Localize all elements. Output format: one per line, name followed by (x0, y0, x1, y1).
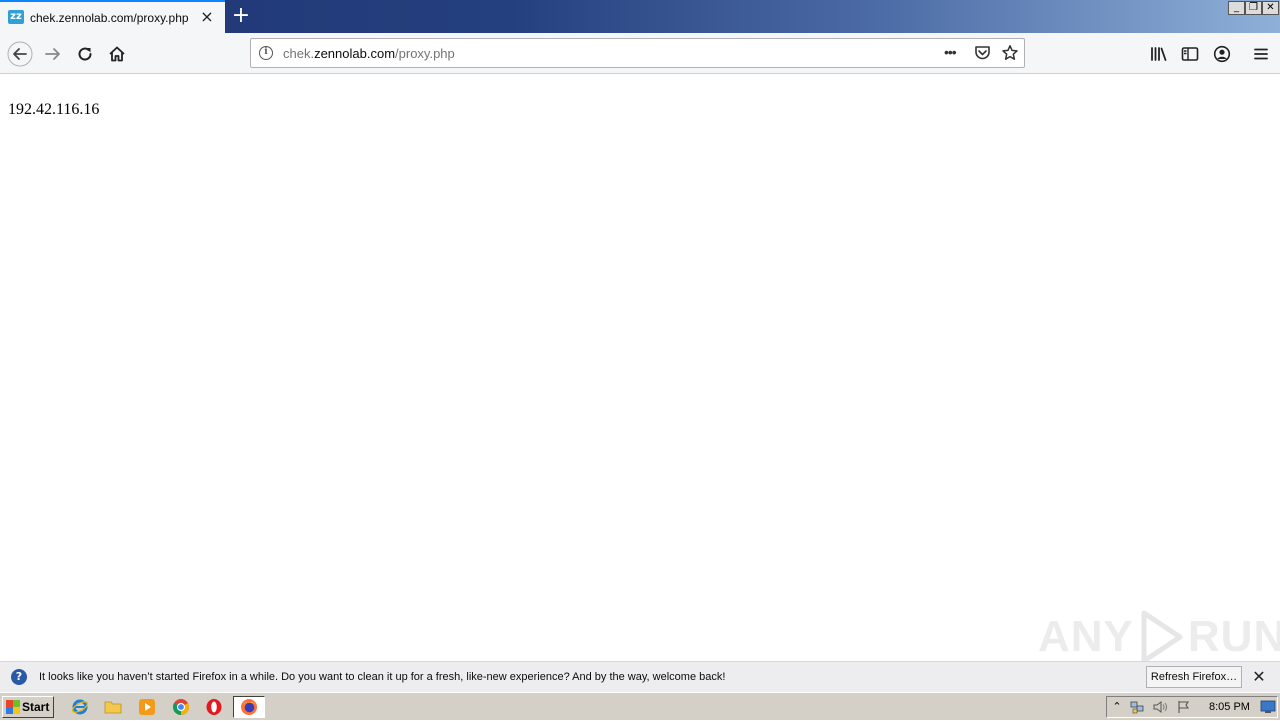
anyrun-watermark: ANY RUN (1038, 609, 1280, 665)
sidebar-icon (1181, 47, 1199, 61)
url-text[interactable]: chek.zennolab.com/proxy.php (283, 46, 455, 61)
back-button[interactable] (7, 41, 33, 67)
watermark-right: RUN (1187, 612, 1280, 661)
chrome-icon[interactable] (172, 698, 190, 716)
flag-icon (1178, 701, 1190, 713)
play-button-icon (139, 699, 155, 715)
bookmark-star-button[interactable] (1001, 44, 1019, 67)
folder-icon (104, 701, 122, 714)
new-tab-button[interactable]: + (230, 5, 252, 27)
minimize-button[interactable]: _ (1228, 1, 1245, 15)
taskbar: Start ⌃ 8:05 PM (0, 692, 1280, 720)
start-label: Start (22, 700, 50, 714)
file-explorer-icon[interactable] (104, 698, 122, 716)
account-icon (1213, 45, 1231, 63)
home-button[interactable] (104, 41, 130, 67)
notification-message: It looks like you haven’t started Firefo… (39, 671, 726, 683)
hamburger-menu-icon (1254, 48, 1268, 60)
firefox-logo-icon (241, 699, 257, 715)
library-icon (1151, 47, 1167, 61)
url-host: zennolab.com (314, 46, 396, 61)
volume-icon[interactable] (1153, 700, 1167, 714)
action-center-flag-icon[interactable] (1177, 700, 1191, 714)
window-close-button[interactable]: ✕ (1262, 1, 1279, 15)
system-tray: ⌃ 8:05 PM (1106, 696, 1278, 718)
info-icon[interactable]: i (259, 46, 273, 60)
library-button[interactable] (1146, 41, 1172, 67)
speaker-icon (1153, 701, 1167, 713)
notification-close-icon[interactable]: ✕ (1250, 668, 1268, 686)
back-arrow-icon (7, 41, 33, 67)
notification-bar: ? It looks like you haven’t started Fire… (0, 661, 1280, 692)
opera-icon[interactable] (205, 698, 223, 716)
tab-title: chek.zennolab.com/proxy.php (30, 11, 189, 25)
play-logo-icon (1141, 610, 1183, 664)
restore-button[interactable]: ❐ (1245, 1, 1262, 15)
firefox-taskbar-button[interactable] (233, 696, 265, 718)
windows-logo-icon (6, 700, 20, 714)
network-glyph-icon (1130, 701, 1144, 714)
ie-glyph-icon (71, 699, 89, 715)
network-icon[interactable] (1130, 700, 1144, 714)
star-icon (1002, 45, 1018, 60)
tab-strip: zz chek.zennolab.com/proxy.php × + _ ❐ ✕ (0, 0, 1280, 33)
page-content: 192.42.116.16 ANY RUN (0, 75, 1280, 664)
tab-close-icon[interactable]: × (199, 9, 215, 25)
media-player-icon[interactable] (138, 698, 156, 716)
pocket-icon (975, 46, 990, 60)
zennolab-favicon-icon: zz (8, 10, 24, 24)
start-button[interactable]: Start (2, 696, 54, 718)
show-hidden-icons-chevron-up-icon[interactable]: ⌃ (1110, 700, 1124, 714)
refresh-firefox-button[interactable]: Refresh Firefox… (1146, 666, 1242, 688)
home-icon (109, 46, 125, 62)
menu-button[interactable] (1248, 41, 1274, 67)
question-icon: ? (11, 669, 27, 685)
url-path: /proxy.php (395, 46, 455, 61)
account-button[interactable] (1209, 41, 1235, 67)
clock[interactable]: 8:05 PM (1209, 701, 1250, 713)
watermark-left: ANY (1038, 612, 1134, 661)
forward-arrow-icon (45, 48, 60, 60)
tab-active[interactable]: zz chek.zennolab.com/proxy.php × (0, 0, 225, 33)
sidebar-button[interactable] (1177, 41, 1203, 67)
reload-icon (78, 47, 92, 61)
chrome-logo-icon (173, 699, 189, 715)
pocket-button[interactable] (974, 45, 991, 66)
opera-logo-icon (206, 699, 222, 715)
forward-button[interactable] (40, 41, 66, 67)
internet-explorer-icon[interactable] (71, 698, 89, 716)
show-desktop-icon[interactable] (1260, 700, 1276, 714)
ip-address-text: 192.42.116.16 (8, 101, 100, 118)
page-actions-icon[interactable]: ••• (944, 44, 957, 60)
monitor-icon (1260, 700, 1276, 713)
navigation-toolbar: i chek.zennolab.com/proxy.php ••• (0, 33, 1280, 74)
url-bar[interactable]: i chek.zennolab.com/proxy.php ••• (250, 38, 1025, 68)
reload-button[interactable] (72, 41, 98, 67)
url-prefix: chek. (283, 46, 315, 61)
